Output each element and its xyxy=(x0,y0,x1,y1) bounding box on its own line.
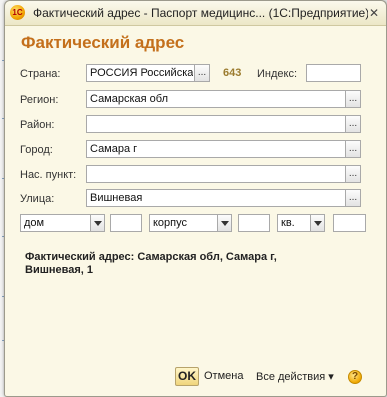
apartment-number-field[interactable] xyxy=(333,214,366,232)
street-value: Вишневая xyxy=(90,192,143,204)
district-select-button[interactable]: ... xyxy=(345,115,361,133)
index-label: Индекс: xyxy=(257,68,298,80)
country-code: 643 xyxy=(223,67,242,79)
street-label: Улица: xyxy=(20,193,55,205)
country-value: РОССИЯ Российска xyxy=(90,67,193,79)
building-type-dropdown-icon[interactable] xyxy=(217,214,232,232)
country-select-button[interactable]: ... xyxy=(194,64,210,82)
building-type-select[interactable]: корпус xyxy=(149,214,232,232)
street-select-button[interactable]: ... xyxy=(345,189,361,207)
cancel-button[interactable]: Отмена xyxy=(204,370,243,382)
title-bar: 1С Фактический адрес - Паспорт медицинс.… xyxy=(5,1,386,26)
index-field[interactable] xyxy=(306,64,361,82)
building-number-field[interactable] xyxy=(238,214,270,232)
country-label: Страна: xyxy=(20,68,61,80)
apartment-type-value: кв. xyxy=(281,217,295,229)
region-select-button[interactable]: ... xyxy=(345,90,361,108)
city-select-button[interactable]: ... xyxy=(345,140,361,158)
address-dialog: 1С Фактический адрес - Паспорт медицинс.… xyxy=(4,0,387,397)
form-heading: Фактический адрес xyxy=(21,33,185,52)
street-field[interactable]: Вишневая ... xyxy=(86,189,361,207)
building-type-value: корпус xyxy=(153,217,188,229)
house-type-value: дом xyxy=(24,217,45,229)
settlement-select-button[interactable]: ... xyxy=(345,165,361,183)
help-icon[interactable]: ? xyxy=(348,370,362,384)
house-type-select[interactable]: дом xyxy=(20,214,105,232)
city-label: Город: xyxy=(20,144,53,156)
house-number-field[interactable] xyxy=(110,214,142,232)
settlement-label: Нас. пункт: xyxy=(20,169,77,181)
apartment-type-dropdown-icon[interactable] xyxy=(310,214,325,232)
country-field[interactable]: РОССИЯ Российска ... xyxy=(86,64,210,82)
district-field[interactable]: ... xyxy=(86,115,361,133)
region-label: Регион: xyxy=(20,94,59,106)
window-title: Фактический адрес - Паспорт медицинс... … xyxy=(33,6,368,20)
close-button[interactable]: ✕ xyxy=(368,7,380,19)
region-field[interactable]: Самарская обл ... xyxy=(86,90,361,108)
district-label: Район: xyxy=(20,119,55,131)
region-value: Самарская обл xyxy=(90,93,169,105)
city-field[interactable]: Самара г ... xyxy=(86,140,361,158)
address-summary: Фактический адрес: Самарская обл, Самара… xyxy=(25,251,277,276)
apartment-type-select[interactable]: кв. xyxy=(277,214,325,232)
1c-logo-icon: 1С xyxy=(10,5,25,20)
all-actions-menu[interactable]: Все действия ▾ xyxy=(256,370,334,383)
ok-button[interactable]: OK xyxy=(175,367,199,386)
settlement-field[interactable]: ... xyxy=(86,165,361,183)
house-type-dropdown-icon[interactable] xyxy=(90,214,105,232)
city-value: Самара г xyxy=(90,143,138,155)
